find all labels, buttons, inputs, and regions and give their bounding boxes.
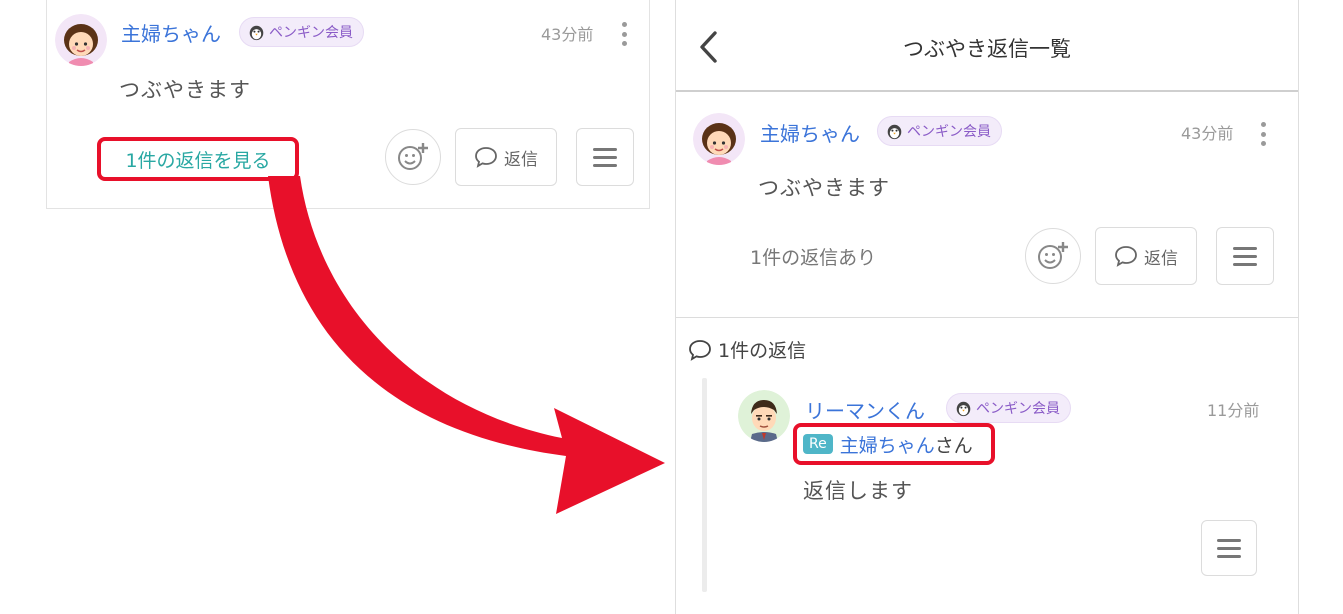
woman-avatar-icon[interactable] — [55, 14, 107, 66]
membership-badge: ペンギン会員 — [946, 393, 1071, 423]
header-divider — [676, 90, 1298, 92]
membership-badge: ペンギン会員 — [239, 17, 364, 47]
reply-body: 返信します — [803, 479, 913, 503]
post-time: 43分前 — [541, 25, 594, 44]
reply-count-text: 1件の返信あり — [750, 247, 877, 269]
add-reaction-icon — [398, 143, 428, 170]
reply-button-label: 返信 — [504, 149, 538, 170]
speech-bubble-icon — [689, 339, 711, 361]
re-tag: Re — [803, 434, 833, 454]
membership-badge: ペンギン会員 — [877, 116, 1002, 146]
section-divider — [676, 317, 1298, 318]
penguin-icon — [956, 401, 971, 416]
badge-label: ペンギン会員 — [976, 401, 1060, 417]
reply-time: 11分前 — [1207, 401, 1260, 420]
kebab-menu-icon[interactable] — [617, 18, 631, 50]
author-name[interactable]: 主婦ちゃん — [760, 118, 860, 147]
replies-heading: 1件の返信 — [688, 336, 806, 363]
add-reaction-button[interactable] — [385, 129, 441, 185]
penguin-icon — [249, 25, 264, 40]
woman-avatar-icon[interactable] — [693, 113, 745, 165]
speech-bubble-icon — [475, 147, 497, 168]
kebab-menu-icon[interactable] — [1256, 118, 1270, 150]
re-target-name[interactable]: 主婦ちゃん — [840, 431, 935, 458]
reply-target[interactable]: Re 主婦ちゃん さん — [793, 423, 995, 465]
re-target-suffix: さん — [934, 434, 973, 457]
badge-label: ペンギン会員 — [907, 124, 991, 140]
post-card: 主婦ちゃん ペンギン会員 43分前 つぶやきます 1件の返信を見る 返信 — [46, 0, 650, 209]
reply-author-name[interactable]: リーマンくん — [805, 395, 925, 424]
add-reaction-button[interactable] — [1025, 228, 1081, 284]
hamburger-menu-icon[interactable] — [576, 128, 634, 186]
post-body: つぶやきます — [758, 176, 890, 200]
post-body: つぶやきます — [119, 78, 251, 102]
hamburger-menu-icon[interactable] — [1201, 520, 1257, 576]
reply-button[interactable]: 返信 — [455, 128, 557, 186]
hamburger-menu-icon[interactable] — [1216, 227, 1274, 285]
speech-bubble-icon — [1115, 246, 1137, 267]
add-reaction-icon — [1038, 242, 1068, 269]
replies-heading-label: 1件の返信 — [718, 340, 807, 362]
page-title: つぶやき返信一覧 — [903, 37, 1071, 61]
post-time: 43分前 — [1181, 124, 1234, 143]
reply-thread-panel: つぶやき返信一覧 主婦ちゃん ペンギン会員 43分前 つぶやきます 1件の返信あ — [675, 0, 1299, 614]
man-avatar-icon[interactable] — [738, 390, 790, 442]
reply-button-label: 返信 — [1144, 248, 1178, 269]
reply-button[interactable]: 返信 — [1095, 227, 1197, 285]
badge-label: ペンギン会員 — [269, 25, 353, 41]
author-name[interactable]: 主婦ちゃん — [121, 18, 221, 47]
view-replies-link[interactable]: 1件の返信を見る — [97, 137, 299, 181]
thread-indent-bar — [702, 378, 707, 592]
penguin-icon — [887, 124, 902, 139]
